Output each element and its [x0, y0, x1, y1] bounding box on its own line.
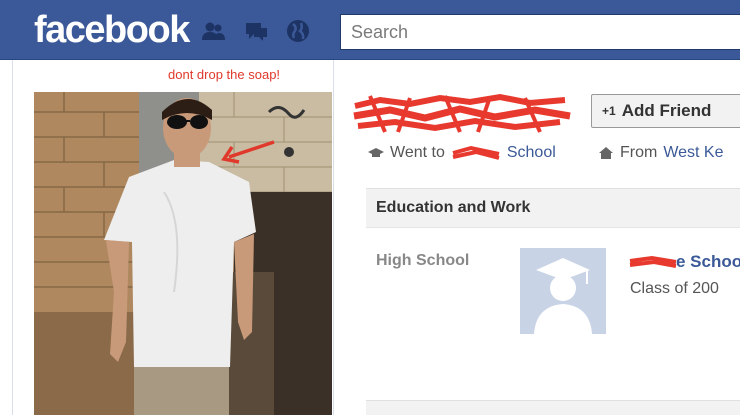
went-to-school-link[interactable]: School: [507, 144, 556, 162]
went-to-line: Went to School: [368, 144, 556, 162]
top-bar: facebook: [0, 0, 740, 60]
school-name-text: e Schoo: [676, 252, 740, 271]
redacted-school-prefix: [628, 253, 677, 271]
from-prefix: From: [620, 144, 658, 161]
redacted-profile-name: [350, 92, 576, 136]
from-location-link[interactable]: West Ke: [663, 144, 723, 162]
next-section-header: [366, 400, 740, 415]
photo-caption: dont drop the soap!: [168, 67, 281, 82]
add-friend-button[interactable]: +1 Add Friend: [591, 94, 740, 128]
search-input[interactable]: [340, 14, 740, 50]
notifications-icon[interactable]: [285, 18, 311, 44]
friend-requests-icon[interactable]: [200, 18, 226, 44]
profile-photo[interactable]: [34, 92, 332, 415]
redacted-school-name: [451, 144, 501, 162]
home-icon: [598, 145, 614, 161]
graduation-cap-icon: [368, 145, 384, 161]
high-school-label: High School: [376, 252, 470, 269]
went-to-prefix: Went to: [390, 144, 445, 161]
messages-icon[interactable]: [243, 18, 269, 44]
facebook-logo[interactable]: facebook: [34, 10, 190, 50]
add-friend-label: Add Friend: [621, 101, 712, 120]
from-line: From West Ke: [598, 144, 724, 162]
class-of-text: Class of 200: [630, 280, 719, 297]
school-name-link[interactable]: e Schoo: [628, 252, 740, 272]
education-section-header: Education and Work: [366, 188, 740, 228]
add-friend-icon: +1: [602, 104, 616, 118]
school-avatar[interactable]: [520, 248, 606, 334]
